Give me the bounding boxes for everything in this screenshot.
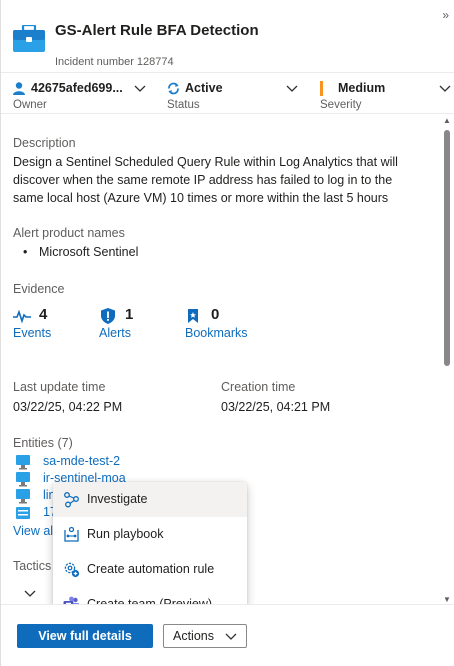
incident-panel: GS-Alert Rule BFA Detection Incident num… <box>0 0 454 666</box>
vertical-scrollbar[interactable]: ▲ ▼ <box>442 116 452 604</box>
scroll-thumb[interactable] <box>444 130 450 366</box>
last-update-label: Last update time <box>13 380 106 394</box>
chevron-down-icon[interactable] <box>23 586 37 600</box>
vm-icon <box>16 455 30 470</box>
menu-item-investigate[interactable]: Investigate <box>53 482 247 517</box>
owner-label: Owner <box>13 99 47 111</box>
chevron-down-icon <box>225 633 237 640</box>
alert-product-item: Microsoft Sentinel <box>39 245 139 259</box>
view-full-details-button[interactable]: View full details <box>17 624 153 648</box>
severity-label: Severity <box>320 99 362 111</box>
refresh-icon <box>168 82 179 95</box>
vm-icon <box>16 489 30 504</box>
investigate-graph-icon <box>64 492 79 508</box>
incident-number: Incident number 128774 <box>55 56 174 68</box>
severity-dropdown[interactable]: Medium Severity <box>320 79 454 113</box>
scroll-down-arrow-icon[interactable]: ▼ <box>443 595 451 604</box>
shield-alert-icon <box>101 308 115 324</box>
double-chevron-right-icon[interactable]: » <box>442 8 449 22</box>
description-label: Description <box>13 136 76 150</box>
menu-item-label: Investigate <box>87 492 148 506</box>
status-label: Status <box>167 99 200 111</box>
status-dropdown[interactable]: Active Status <box>167 79 301 113</box>
entity-link[interactable]: sa-mde-test-2 <box>43 454 120 468</box>
scroll-up-arrow-icon[interactable]: ▲ <box>443 116 451 125</box>
chevron-down-icon <box>439 85 451 92</box>
last-update-value: 03/22/25, 04:22 PM <box>13 400 123 414</box>
entities-label: Entities (7) <box>13 436 73 450</box>
actions-button[interactable]: Actions <box>163 624 247 648</box>
alerts-link[interactable]: Alerts <box>99 326 131 340</box>
actions-menu: Investigate Run playbook Create automati… <box>53 482 247 622</box>
bookmarks-count: 0 <box>211 306 220 323</box>
menu-item-label: Create automation rule <box>87 562 215 576</box>
automation-gear-icon <box>64 562 80 578</box>
menu-item-run-playbook[interactable]: Run playbook <box>53 517 247 552</box>
bookmarks-link[interactable]: Bookmarks <box>185 326 248 340</box>
creation-time-value: 03/22/25, 04:21 PM <box>221 400 331 414</box>
panel-header: GS-Alert Rule BFA Detection Incident num… <box>1 0 454 72</box>
alert-product-label: Alert product names <box>13 226 125 240</box>
view-all-entities-link[interactable]: View al <box>13 522 53 540</box>
alerts-count: 1 <box>125 306 134 323</box>
chevron-down-icon <box>286 85 298 92</box>
incident-title: GS-Alert Rule BFA Detection <box>55 22 259 39</box>
playbook-icon <box>64 526 79 542</box>
panel-footer: View full details Actions <box>1 604 454 666</box>
briefcase-icon <box>13 25 45 52</box>
alert-product-bullet: • <box>23 245 28 259</box>
person-icon <box>13 82 25 95</box>
events-link[interactable]: Events <box>13 326 51 340</box>
status-bar: 42675afed699... Owner Active Status Medi… <box>1 72 454 114</box>
pulse-icon <box>13 309 31 324</box>
tactics-label: Tactics <box>13 559 52 573</box>
status-value: Active <box>185 81 223 95</box>
evidence-label: Evidence <box>13 282 65 296</box>
owner-value: 42675afed699... <box>31 81 123 95</box>
severity-indicator <box>320 81 323 96</box>
ip-address-icon <box>16 507 30 519</box>
menu-item-label: Run playbook <box>87 527 164 541</box>
chevron-down-icon <box>134 85 146 92</box>
bookmark-icon <box>188 309 198 323</box>
creation-time-label: Creation time <box>221 380 296 394</box>
owner-dropdown[interactable]: 42675afed699... Owner <box>13 79 149 113</box>
vm-icon <box>16 472 30 487</box>
actions-label: Actions <box>173 629 214 643</box>
events-count: 4 <box>39 306 48 323</box>
severity-value: Medium <box>338 81 386 95</box>
menu-item-create-automation-rule[interactable]: Create automation rule <box>53 552 247 587</box>
description-text: Design a Sentinel Scheduled Query Rule w… <box>13 155 398 205</box>
